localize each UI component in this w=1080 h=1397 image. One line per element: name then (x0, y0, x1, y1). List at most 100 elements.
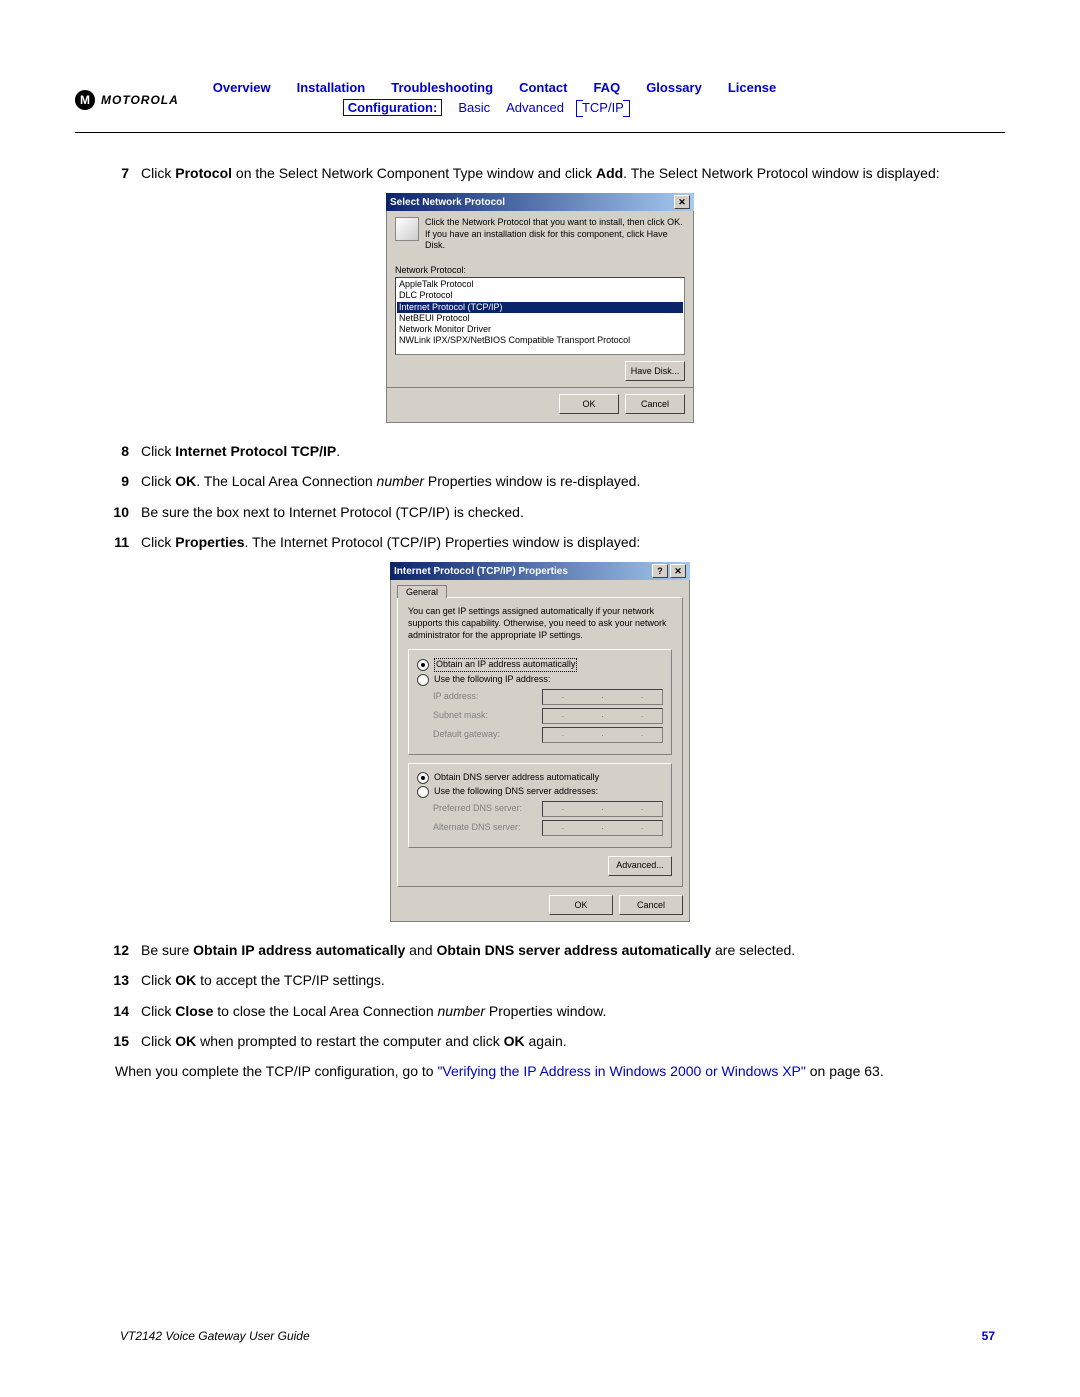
bold-text: OK (175, 473, 196, 489)
step-number: 12 (75, 940, 141, 960)
text: and (405, 942, 436, 958)
bold-text: OK (175, 1033, 196, 1049)
text: again. (525, 1033, 567, 1049)
cancel-button[interactable]: Cancel (625, 394, 685, 414)
field-label: Preferred DNS server: (433, 803, 532, 815)
italic-text: number (438, 1003, 485, 1019)
step-7: 7 Click Protocol on the Select Network C… (75, 163, 1005, 183)
subnav-configuration[interactable]: Configuration: (343, 99, 443, 116)
list-item[interactable]: Network Monitor Driver (397, 324, 683, 335)
bold-text: Internet Protocol TCP/IP (175, 443, 336, 459)
protocol-list[interactable]: AppleTalk Protocol DLC Protocol Internet… (395, 277, 685, 355)
radio-label: Obtain an IP address automatically (434, 658, 577, 672)
page-number: 57 (982, 1329, 995, 1343)
radio-icon (417, 772, 429, 784)
cancel-button[interactable]: Cancel (619, 895, 683, 915)
text: Properties window is re-displayed. (424, 473, 640, 489)
step-12: 12 Be sure Obtain IP address automatical… (75, 940, 1005, 960)
dialog-title: Internet Protocol (TCP/IP) Properties (394, 566, 568, 577)
dialog-description: You can get IP settings assigned automat… (408, 606, 672, 641)
step-15: 15 Click OK when prompted to restart the… (75, 1031, 1005, 1051)
step-number: 14 (75, 1001, 141, 1021)
bold-text: Obtain IP address automatically (193, 942, 405, 958)
list-item-selected[interactable]: Internet Protocol (TCP/IP) (397, 302, 683, 313)
link-verify-ip[interactable]: "Verifying the IP Address in Windows 200… (437, 1063, 805, 1079)
list-item[interactable]: DLC Protocol (397, 290, 683, 301)
ok-button[interactable]: OK (559, 394, 619, 414)
list-item[interactable]: NWLink IPX/SPX/NetBIOS Compatible Transp… (397, 335, 683, 346)
bold-text: OK (504, 1033, 525, 1049)
bold-text: Obtain DNS server address automatically (436, 942, 711, 958)
text: on the Select Network Component Type win… (232, 165, 596, 181)
motorola-logo-icon: M (75, 90, 95, 110)
nav-troubleshooting[interactable]: Troubleshooting (391, 80, 493, 95)
have-disk-button[interactable]: Have Disk... (625, 361, 685, 381)
field-label: Default gateway: (433, 729, 532, 741)
header-divider (75, 132, 1005, 133)
text: Click (141, 1003, 175, 1019)
alternate-dns-field: Alternate DNS server: ... (433, 820, 663, 836)
dialog-description: Click the Network Protocol that you want… (425, 217, 685, 251)
preferred-dns-field: Preferred DNS server: ... (433, 801, 663, 817)
subnet-mask-field: Subnet mask: ... (433, 708, 663, 724)
advanced-button[interactable]: Advanced... (608, 856, 672, 876)
ip-address-field: IP address: ... (433, 689, 663, 705)
text: . The Local Area Connection (196, 473, 376, 489)
radio-obtain-dns-auto[interactable]: Obtain DNS server address automatically (417, 772, 663, 784)
text: . (336, 443, 340, 459)
nav-contact[interactable]: Contact (519, 80, 567, 95)
text: . The Select Network Protocol window is … (623, 165, 939, 181)
radio-icon (417, 674, 429, 686)
footer-title: VT2142 Voice Gateway User Guide (120, 1329, 310, 1343)
subnav-advanced[interactable]: Advanced (506, 100, 564, 115)
nav-overview[interactable]: Overview (213, 80, 271, 95)
close-icon[interactable]: ✕ (670, 564, 686, 578)
text: Click (141, 1033, 175, 1049)
protocol-list-label: Network Protocol: (395, 265, 685, 275)
bold-text: Close (175, 1003, 213, 1019)
bold-text: OK (175, 972, 196, 988)
radio-obtain-ip-auto[interactable]: Obtain an IP address automatically (417, 658, 663, 672)
nav-faq[interactable]: FAQ (593, 80, 620, 95)
step-9: 9 Click OK. The Local Area Connection nu… (75, 471, 1005, 491)
default-gateway-field: Default gateway: ... (433, 727, 663, 743)
radio-use-following-ip[interactable]: Use the following IP address: (417, 674, 663, 686)
radio-use-following-dns[interactable]: Use the following DNS server addresses: (417, 786, 663, 798)
radio-label: Use the following IP address: (434, 674, 550, 686)
subnav-basic[interactable]: Basic (458, 100, 490, 115)
text: Click (141, 443, 175, 459)
dialog-title: Select Network Protocol (390, 197, 505, 208)
step-8: 8 Click Internet Protocol TCP/IP. (75, 441, 1005, 461)
step-number: 9 (75, 471, 141, 491)
text: Be sure (141, 942, 193, 958)
radio-label: Use the following DNS server addresses: (434, 786, 598, 798)
close-icon[interactable]: ✕ (674, 195, 690, 209)
step-number: 10 (75, 502, 141, 522)
protocol-icon (395, 217, 419, 241)
text: to accept the TCP/IP settings. (196, 972, 385, 988)
radio-icon (417, 786, 429, 798)
field-label: Subnet mask: (433, 710, 532, 722)
subnav-tcpip[interactable]: TCP/IP (580, 100, 626, 115)
nav-glossary[interactable]: Glossary (646, 80, 702, 95)
help-icon[interactable]: ? (652, 564, 668, 578)
step-11: 11 Click Properties. The Internet Protoc… (75, 532, 1005, 552)
bold-text: Properties (175, 534, 244, 550)
bold-text: Add (596, 165, 623, 181)
step-number: 11 (75, 532, 141, 552)
ok-button[interactable]: OK (549, 895, 613, 915)
nav-license[interactable]: License (728, 80, 776, 95)
brand-logo: M MOTOROLA (75, 90, 179, 110)
text: Click (141, 972, 175, 988)
text: Properties window. (485, 1003, 606, 1019)
tab-general[interactable]: General (397, 585, 447, 598)
text: Click (141, 473, 175, 489)
text: Click (141, 165, 175, 181)
list-item[interactable]: NetBEUI Protocol (397, 313, 683, 324)
text: . The Internet Protocol (TCP/IP) Propert… (244, 534, 640, 550)
field-label: Alternate DNS server: (433, 822, 532, 834)
nav-installation[interactable]: Installation (297, 80, 366, 95)
list-item[interactable]: AppleTalk Protocol (397, 279, 683, 290)
step-10: 10 Be sure the box next to Internet Prot… (75, 502, 1005, 522)
step-number: 15 (75, 1031, 141, 1051)
